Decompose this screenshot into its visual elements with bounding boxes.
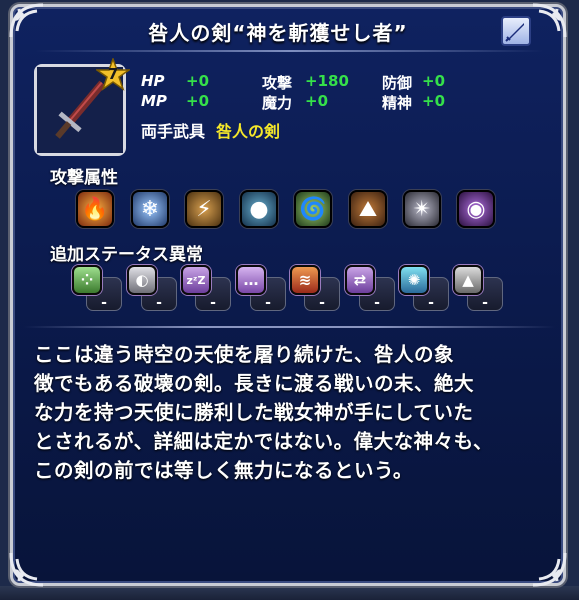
status-slot-disease: ✺ - <box>399 265 451 311</box>
lightning-icon: ⚡ <box>185 190 223 228</box>
status-value: - <box>101 295 107 311</box>
status-value: - <box>428 295 434 311</box>
mp-value: +0 <box>186 92 210 110</box>
status-slot-poison: ⁘ - <box>72 265 124 311</box>
title-divider <box>36 50 543 52</box>
defense-value: +0 <box>422 72 446 90</box>
earth-icon: ⛰ <box>349 190 387 228</box>
hp-value: +0 <box>186 72 210 90</box>
status-slot-blind: ◐ - <box>127 265 179 311</box>
spirit-value: +0 <box>422 92 446 110</box>
rarity-star-icon: 7 <box>96 58 130 92</box>
status-value: - <box>374 295 380 311</box>
status-slot-confuse: ⇄ - <box>345 265 397 311</box>
item-title: 咎人の剣“神を斬獲せし者” <box>148 20 408 45</box>
status-slot-paralyze: ≋ - <box>290 265 342 311</box>
defense-label: 防御 <box>382 74 413 92</box>
status-slot-petrify: ▲ - <box>453 265 505 311</box>
ice-icon: ❄ <box>131 190 169 228</box>
status-value: - <box>265 295 271 311</box>
attack-label: 攻撃 <box>262 74 293 92</box>
silence-icon: … <box>236 265 266 295</box>
dark-icon: ◉ <box>457 190 495 228</box>
disease-icon: ✺ <box>399 265 429 295</box>
status-value: - <box>156 295 162 311</box>
ornament-icon <box>529 1 569 41</box>
weapon-type: 両手武具 <box>141 122 206 141</box>
section-divider <box>24 326 555 328</box>
description-line: ここは違う時空の天使を屠り続けた、咎人の象 <box>34 343 455 366</box>
status-value: - <box>210 295 216 311</box>
poison-icon: ⁘ <box>72 265 102 295</box>
blind-icon: ◐ <box>127 265 157 295</box>
holy-icon: ✴ <box>403 190 441 228</box>
weapon-name: 咎人の剣 <box>216 122 281 141</box>
description-line: 徴でもある破壊の剣。長きに渡る戦いの末、絶大 <box>34 372 475 395</box>
item-description: ここは違う時空の天使を屠り続けた、咎人の象 徴でもある破壊の剣。長きに渡る戦いの… <box>34 340 534 485</box>
spirit-label: 精神 <box>382 94 413 112</box>
status-value: - <box>319 295 325 311</box>
status-ailment-label: 追加ステータス異常 <box>50 245 203 265</box>
water-icon: ● <box>240 190 278 228</box>
rarity-number: 7 <box>107 65 119 83</box>
description-line: な力を持つ天使に勝利した戦女神が手にしていた <box>34 401 474 424</box>
status-slot-silence: … - <box>236 265 288 311</box>
sword-category-icon[interactable] <box>501 16 531 46</box>
confuse-icon: ⇄ <box>345 265 375 295</box>
description-line: この剣の前では等しく無力になるという。 <box>34 459 413 482</box>
fire-icon: 🔥 <box>76 190 114 228</box>
magic-label: 魔力 <box>262 94 293 112</box>
ornament-icon <box>7 549 47 589</box>
attack-value: +180 <box>305 72 349 90</box>
description-line: とされるが、詳細は定かではない。偉大な神々も、 <box>34 430 494 453</box>
magic-value: +0 <box>305 92 329 110</box>
mp-label: MP <box>141 92 167 110</box>
wind-icon: 🌀 <box>294 190 332 228</box>
sleep-icon: zᶻZ <box>181 265 211 295</box>
ornament-icon <box>529 549 569 589</box>
hp-label: HP <box>141 72 165 90</box>
background-strip <box>0 586 579 600</box>
status-slot-sleep: zᶻZ - <box>181 265 233 311</box>
paralyze-icon: ≋ <box>290 265 320 295</box>
attack-attribute-label: 攻撃属性 <box>50 168 118 188</box>
status-value: - <box>482 295 488 311</box>
petrify-icon: ▲ <box>453 265 483 295</box>
